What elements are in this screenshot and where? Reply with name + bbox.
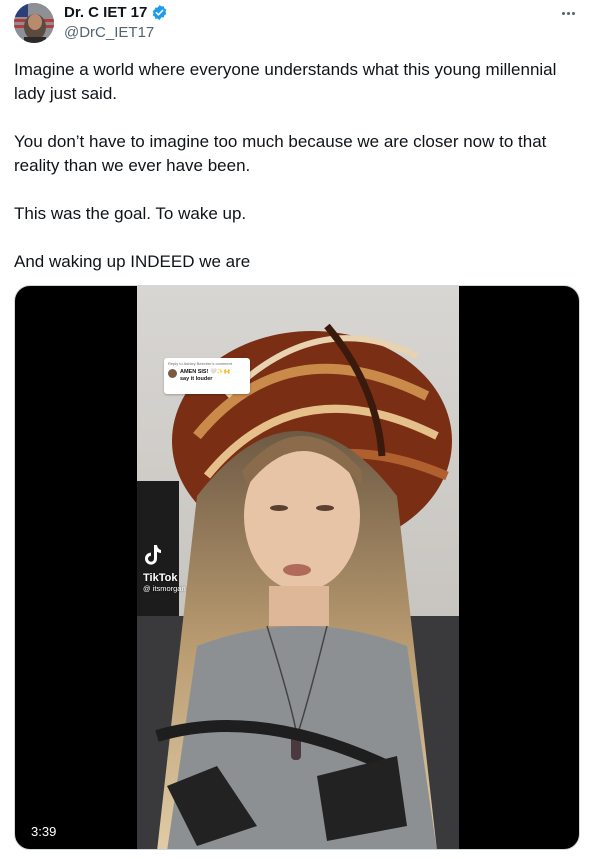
video-duration: 3:39 bbox=[25, 822, 63, 841]
tiktok-logo-icon bbox=[145, 545, 161, 565]
tiktok-username: @ itsmorgan bbox=[143, 584, 186, 593]
comment-line-2: say it louder bbox=[180, 376, 213, 382]
tiktok-brand: TikTok bbox=[143, 572, 178, 584]
comment-emoji: 🤍✨🙌 bbox=[209, 369, 231, 375]
tweet-paragraph: This was the goal. To wake up. bbox=[14, 204, 247, 223]
tweet: Dr. C IET 17 @DrC_IET17 Imagine a world … bbox=[0, 0, 595, 859]
comment-text: AMEN SIS! 🤍✨🙌 say it louder bbox=[180, 369, 231, 383]
video-player[interactable]: Reply to Ashley Beecher's comment AMEN S… bbox=[14, 285, 580, 850]
author-name-row[interactable]: Dr. C IET 17 bbox=[64, 4, 168, 21]
tiktok-watermark: TikTok @ itsmorgan bbox=[143, 544, 203, 593]
verified-badge-icon bbox=[151, 4, 168, 21]
avatar[interactable] bbox=[14, 3, 54, 43]
comment-line-1: AMEN SIS! bbox=[180, 369, 209, 375]
tweet-paragraph: You don’t have to imagine too much becau… bbox=[14, 132, 547, 175]
more-options-icon[interactable] bbox=[557, 4, 579, 22]
tweet-paragraph: Imagine a world where everyone understan… bbox=[14, 60, 557, 103]
comment-avatar bbox=[168, 369, 177, 378]
tweet-text: Imagine a world where everyone understan… bbox=[14, 58, 580, 274]
comment-reply-to: Reply to Ashley Beecher's comment bbox=[168, 361, 232, 366]
display-name[interactable]: Dr. C IET 17 bbox=[64, 4, 147, 21]
video-frame[interactable]: Reply to Ashley Beecher's comment AMEN S… bbox=[137, 286, 459, 849]
tweet-paragraph: And waking up INDEED we are bbox=[14, 252, 251, 271]
tiktok-comment-sticker: Reply to Ashley Beecher's comment AMEN S… bbox=[164, 358, 250, 394]
author-handle[interactable]: @DrC_IET17 bbox=[64, 24, 154, 41]
